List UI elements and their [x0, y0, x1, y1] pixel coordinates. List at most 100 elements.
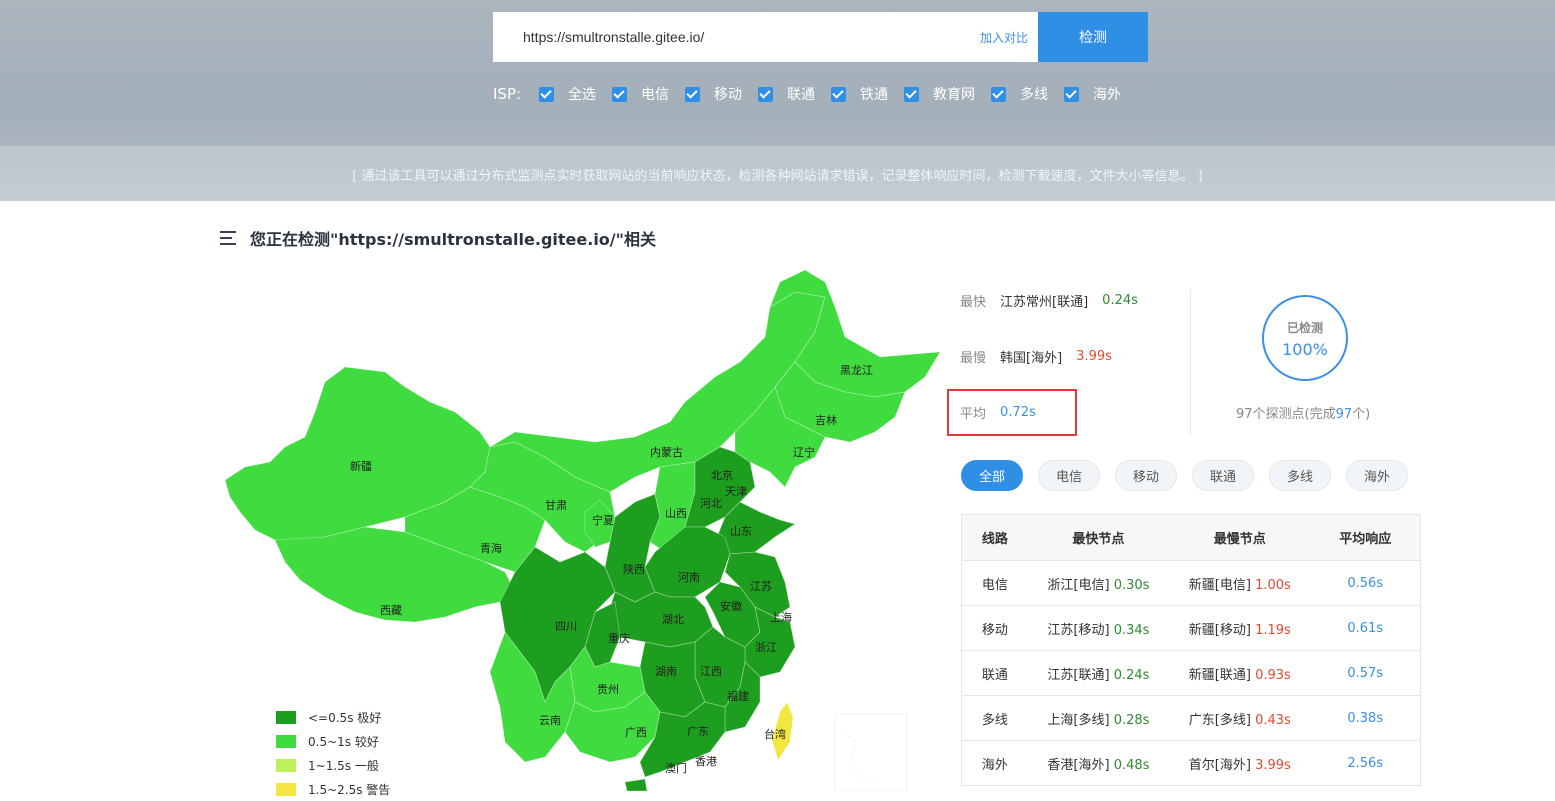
fast-node: 江苏[移动] [1047, 622, 1110, 638]
isp-option-label: 电信 [641, 87, 670, 103]
table-row: 多线 上海[多线] 0.28s 广东[多线] 0.43s 0.38s [962, 695, 1420, 740]
province-label: 山东 [730, 525, 752, 538]
avg-cell: 0.61s [1347, 620, 1384, 636]
divider [1190, 290, 1191, 435]
search-box: 加入对比 [493, 12, 1038, 62]
province-label: 贵州 [597, 683, 619, 696]
tab-mobile[interactable]: 移动 [1115, 460, 1177, 491]
tab-overseas[interactable]: 海外 [1346, 460, 1408, 491]
isp-filter: ISP: 全选 电信 移动 联通 铁通 教育网 多线 海外 [493, 82, 1137, 106]
line-cell: 联通 [981, 667, 1008, 683]
slow-node-cell: 广东[多线] 0.43s [1169, 709, 1310, 728]
province-label: 澳门 [665, 761, 687, 775]
isp-option-label: 联通 [787, 87, 816, 103]
table-row: 电信 浙江[电信] 0.30s 新疆[电信] 1.00s 0.56s [962, 560, 1420, 605]
slowest-row: 最慢 韩国[海外] 3.99s [960, 347, 1112, 366]
slow-value: 3.99s [1255, 757, 1291, 773]
province-label: 浙江 [755, 641, 777, 654]
add-compare-link[interactable]: 加入对比 [980, 29, 1028, 46]
slow-node: 新疆[联通] [1188, 667, 1251, 683]
legend-label: <=0.5s 极好 [308, 710, 382, 725]
checkbox-checked-icon[interactable] [539, 86, 555, 102]
province-label: 广东 [687, 725, 709, 738]
slow-node: 广东[多线] [1188, 712, 1251, 728]
slowest-value: 3.99s [1076, 349, 1112, 364]
fast-node: 江苏[联通] [1047, 667, 1110, 683]
fast-node-cell: 香港[海外] 0.48s [1028, 754, 1169, 773]
legend-item: 1~1.5s 一般 [276, 753, 390, 777]
isp-option-label: 全选 [568, 87, 597, 103]
fast-value: 0.24s [1113, 667, 1150, 683]
legend-label: 1.5~2.5s 警告 [308, 782, 391, 797]
isp-option-label: 海外 [1093, 87, 1122, 103]
province-label: 湖南 [655, 665, 677, 678]
isp-option-all[interactable]: 全选 [539, 84, 596, 104]
checkbox-checked-icon[interactable] [904, 86, 920, 102]
isp-option-multi[interactable]: 多线 [991, 84, 1048, 104]
checkbox-checked-icon[interactable] [612, 86, 628, 102]
isp-label: ISP: [493, 85, 522, 103]
progress-value: 100% [1282, 340, 1328, 359]
province-label: 香港 [695, 755, 717, 768]
line-cell: 移动 [981, 622, 1008, 638]
slow-value: 0.93s [1255, 667, 1291, 683]
isp-option-label: 多线 [1020, 87, 1049, 103]
section-title: 您正在检测"https://smultronstalle.gitee.io/"相… [220, 226, 656, 250]
isp-option-telecom[interactable]: 电信 [612, 84, 669, 104]
isp-option-label: 教育网 [933, 87, 976, 103]
fast-node-cell: 江苏[联通] 0.24s [1028, 664, 1169, 683]
avg-cell: 0.56s [1347, 575, 1384, 591]
fast-node-cell: 江苏[移动] 0.34s [1028, 619, 1169, 638]
province-label: 青海 [480, 541, 502, 555]
province-label: 台湾 [764, 727, 786, 741]
checkbox-checked-icon[interactable] [1064, 86, 1080, 102]
tab-all[interactable]: 全部 [961, 460, 1023, 491]
isp-option-edu[interactable]: 教育网 [904, 84, 975, 104]
province-label: 陕西 [623, 562, 645, 576]
legend-item: 1.5~2.5s 警告 [276, 777, 390, 801]
province-label: 福建 [727, 689, 749, 703]
legend-swatch [276, 734, 296, 748]
checkbox-checked-icon[interactable] [991, 86, 1007, 102]
legend-item: <=0.5s 极好 [276, 705, 390, 729]
tab-multi[interactable]: 多线 [1269, 460, 1331, 491]
fast-node: 香港[海外] [1047, 757, 1110, 773]
checkbox-checked-icon[interactable] [685, 86, 701, 102]
fastest-node: 江苏常州[联通] [1000, 295, 1089, 310]
province-label: 湖北 [662, 613, 684, 626]
table-header: 线路 最快节点 最慢节点 平均响应 [962, 515, 1420, 560]
isp-option-overseas[interactable]: 海外 [1064, 84, 1121, 104]
province-label: 内蒙古 [650, 445, 683, 459]
check-button[interactable]: 检测 [1038, 12, 1148, 62]
province-label: 吉林 [815, 413, 837, 427]
fast-value: 0.48s [1113, 757, 1150, 773]
slowest-label: 最慢 [960, 351, 987, 366]
isp-option-unicom[interactable]: 联通 [758, 84, 815, 104]
legend-swatch [276, 758, 296, 772]
tool-description: [ 通过该工具可以通过分布式监测点实时获取网站的当前响应状态，检测各种网站请求错… [352, 169, 1203, 184]
province-label: 江西 [700, 665, 722, 678]
section-title-text: 您正在检测"https://smultronstalle.gitee.io/"相… [250, 230, 656, 249]
tab-unicom[interactable]: 联通 [1192, 460, 1254, 491]
checkbox-checked-icon[interactable] [831, 86, 847, 102]
province-label: 安徽 [720, 599, 742, 613]
province-label: 四川 [555, 620, 577, 633]
checkbox-checked-icon[interactable] [758, 86, 774, 102]
isp-option-mobile[interactable]: 移动 [685, 84, 742, 104]
slow-node-cell: 新疆[联通] 0.93s [1169, 664, 1310, 683]
fast-value: 0.30s [1113, 577, 1150, 593]
line-tabs: 全部 电信 移动 联通 多线 海外 [961, 460, 1423, 491]
province-label: 甘肃 [545, 499, 567, 512]
province-hainan[interactable] [624, 778, 648, 792]
tab-telecom[interactable]: 电信 [1038, 460, 1100, 491]
province-label: 西藏 [380, 604, 402, 617]
fast-value: 0.34s [1113, 622, 1150, 638]
menu-icon [220, 231, 236, 245]
slow-node: 新疆[移动] [1188, 622, 1251, 638]
column-header: 平均响应 [1339, 532, 1392, 547]
nodes-count-suffix: 个) [1352, 407, 1371, 422]
province-label: 广西 [625, 726, 647, 739]
isp-option-railcom[interactable]: 铁通 [831, 84, 888, 104]
url-input[interactable] [523, 12, 963, 62]
slow-value: 0.43s [1255, 712, 1291, 728]
